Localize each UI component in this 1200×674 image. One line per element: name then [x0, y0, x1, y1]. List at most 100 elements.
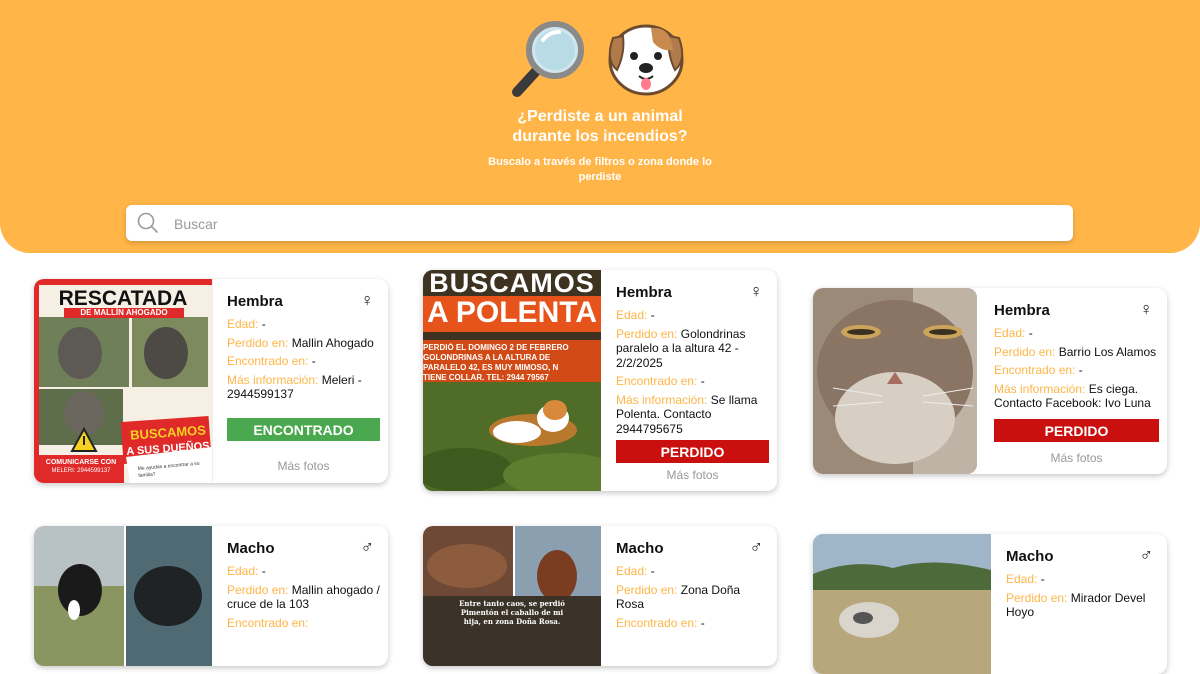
- dog-photo-image: [34, 526, 212, 666]
- search-bar[interactable]: [126, 205, 1073, 243]
- encontrado-value: -: [700, 374, 705, 388]
- pet-photo[interactable]: [813, 288, 977, 474]
- poster-text-1: Entre tanto caos, se perdió: [459, 599, 565, 608]
- poster-contact-1: COMUNICARSE CON: [45, 459, 117, 466]
- hero-banner: ¿Perdiste a un animal durante los incend…: [0, 0, 1200, 253]
- edad-label: Edad:: [1006, 572, 1038, 586]
- encontrado-value: -: [700, 615, 705, 630]
- perdido-label: Perdido en:: [616, 582, 678, 597]
- edad-label: Edad:: [227, 317, 259, 331]
- pet-fields: Edad: - Perdido en: Zona Doña Rosa Encon…: [616, 564, 769, 634]
- encontrado-label: Encontrado en:: [994, 363, 1076, 377]
- hero-title: ¿Perdiste a un animal durante los incend…: [400, 107, 800, 147]
- perdido-label: Perdido en:: [227, 335, 289, 350]
- pet-info: Macho ♂ Edad: - Perdido en: Zona Doña Ro…: [616, 526, 769, 666]
- hero-title-line-2: durante los incendios?: [512, 128, 688, 145]
- pet-fields: Edad: - Perdido en: Mallin Ahogado Encon…: [227, 317, 380, 406]
- poster-title-2: A POLENTA: [427, 296, 597, 329]
- dog-face-icon: [608, 24, 684, 96]
- poster-contact-2: MELERI: 2944599137: [51, 468, 111, 474]
- edad-value: -: [650, 308, 655, 322]
- poster-text-3: hija, en zona Doña Rosa.: [463, 617, 561, 626]
- mas-info-value-2: Contacto Facebook: Ivo Luna: [994, 396, 1151, 410]
- search-icon: [137, 212, 158, 233]
- sex-label: Macho: [1006, 548, 1054, 565]
- hero-icons: [505, 14, 695, 97]
- male-icon: ♂: [749, 537, 764, 557]
- edad-value: -: [1040, 572, 1045, 586]
- poster-text-4: TIENE COLLAR. TEL: 2944 79567: [423, 373, 549, 382]
- magnifier-icon: [512, 21, 584, 97]
- perdido-label: Perdido en:: [616, 326, 678, 341]
- search-input[interactable]: [172, 205, 1056, 243]
- pet-fields: Edad: - Perdido en: Golondrinas paralelo …: [616, 308, 769, 440]
- cat-photo-image: [813, 288, 977, 474]
- pet-fields: Edad: - Perdido en: Mirador Devel Hoyo: [1006, 572, 1159, 624]
- perdido-label: Perdido en:: [227, 582, 289, 597]
- mas-info-value-2: 2944599137: [227, 387, 294, 401]
- hero-subtitle-line-2: perdiste: [578, 171, 622, 183]
- mas-info-value-1: Se llama: [710, 392, 758, 407]
- landscape-photo-image: [813, 534, 991, 674]
- mas-info-label: Más información:: [994, 381, 1086, 396]
- horse-poster-image: [423, 526, 601, 666]
- encontrado-label: Encontrado en:: [227, 615, 309, 630]
- pet-photo[interactable]: [813, 534, 991, 674]
- male-icon: ♂: [1139, 545, 1154, 565]
- poster-text-2: GOLONDRINAS A LA ALTURA DE: [423, 353, 551, 362]
- edad-label: Edad:: [227, 564, 259, 578]
- male-icon: ♂: [360, 537, 375, 557]
- poster-text: PERDIÓ EL DOMINGO 2 DE FEBRERO GOLONDRIN…: [423, 343, 601, 383]
- mas-info-value-3: 2944795675: [616, 421, 683, 436]
- pet-card[interactable]: RESCATADA DE MALLÍN AHOGADO BUSCAMOS A S…: [34, 279, 388, 483]
- poster-title-1: BUSCAMOS: [429, 270, 595, 298]
- pet-card[interactable]: Macho ♂ Edad: - Perdido en: Mirador Deve…: [813, 534, 1167, 674]
- pet-card[interactable]: Macho ♂ Edad: - Perdido en: Mallin ahoga…: [34, 526, 388, 666]
- perdido-value-1: Mirador Devel: [1070, 590, 1146, 605]
- pet-photo[interactable]: RESCATADA DE MALLÍN AHOGADO BUSCAMOS A S…: [34, 279, 213, 483]
- perdido-value-2: cruce de la 103: [227, 597, 310, 611]
- poster-text: Entre tanto caos, se perdió Pimentón el …: [423, 599, 601, 626]
- edad-value: -: [261, 317, 266, 331]
- female-icon: ♀: [749, 281, 764, 301]
- perdido-value-1: Mallin ahogado /: [291, 582, 380, 597]
- status-button-encontrado[interactable]: ENCONTRADO: [227, 418, 380, 441]
- mas-info-value-1: Meleri -: [321, 372, 362, 387]
- poster-subtitle: DE MALLÍN AHOGADO: [64, 308, 184, 318]
- pet-info: Hembra ♀ Edad: - Perdido en: Barrio Los …: [994, 288, 1159, 474]
- hero-subtitle-line-1: Buscalo a través de filtros o zona donde…: [488, 156, 712, 168]
- pet-photo[interactable]: Entre tanto caos, se perdió Pimentón el …: [423, 526, 601, 666]
- edad-value: -: [261, 564, 266, 578]
- pet-card[interactable]: Entre tanto caos, se perdió Pimentón el …: [423, 526, 777, 666]
- female-icon: ♀: [1139, 299, 1154, 319]
- perdido-label: Perdido en:: [994, 344, 1056, 359]
- hero-subtitle: Buscalo a través de filtros o zona donde…: [470, 155, 730, 185]
- encontrado-label: Encontrado en:: [616, 615, 698, 630]
- edad-label: Edad:: [616, 308, 648, 322]
- mas-fotos-link[interactable]: Más fotos: [616, 468, 769, 482]
- pet-info: Macho ♂ Edad: - Perdido en: Mirador Deve…: [1006, 534, 1159, 674]
- female-icon: ♀: [360, 290, 375, 310]
- pet-info: Hembra ♀ Edad: - Perdido en: Golondrinas…: [616, 270, 769, 491]
- perdido-label: Perdido en:: [1006, 590, 1068, 605]
- edad-value: -: [1028, 326, 1033, 340]
- encontrado-value: -: [311, 354, 316, 368]
- encontrado-label: Encontrado en:: [227, 354, 309, 368]
- status-button-perdido[interactable]: PERDIDO: [616, 440, 769, 463]
- pet-photo[interactable]: [34, 526, 212, 666]
- mas-fotos-link[interactable]: Más fotos: [227, 459, 380, 473]
- perdido-value-2: Hoyo: [1006, 605, 1035, 619]
- pet-card[interactable]: Hembra ♀ Edad: - Perdido en: Barrio Los …: [813, 288, 1167, 474]
- poster-text-2: Pimentón el caballo de mi: [460, 608, 564, 617]
- encontrado-label: Encontrado en:: [616, 374, 698, 388]
- pet-fields: Edad: - Perdido en: Barrio Los Alamos En…: [994, 326, 1159, 415]
- encontrado-value: -: [1078, 363, 1083, 377]
- pet-card[interactable]: BUSCAMOS A POLENTA PERDIÓ EL DOMINGO 2 D…: [423, 270, 777, 491]
- mas-fotos-link[interactable]: Más fotos: [994, 451, 1159, 465]
- status-button-perdido[interactable]: PERDIDO: [994, 419, 1159, 442]
- perdido-value-1: Golondrinas: [680, 326, 746, 341]
- mas-info-label: Más información:: [227, 372, 319, 387]
- pet-photo[interactable]: BUSCAMOS A POLENTA PERDIÓ EL DOMINGO 2 D…: [423, 270, 601, 491]
- mas-info-value-1: Es ciega.: [1088, 381, 1139, 396]
- perdido-value: Barrio Los Alamos: [1058, 344, 1157, 359]
